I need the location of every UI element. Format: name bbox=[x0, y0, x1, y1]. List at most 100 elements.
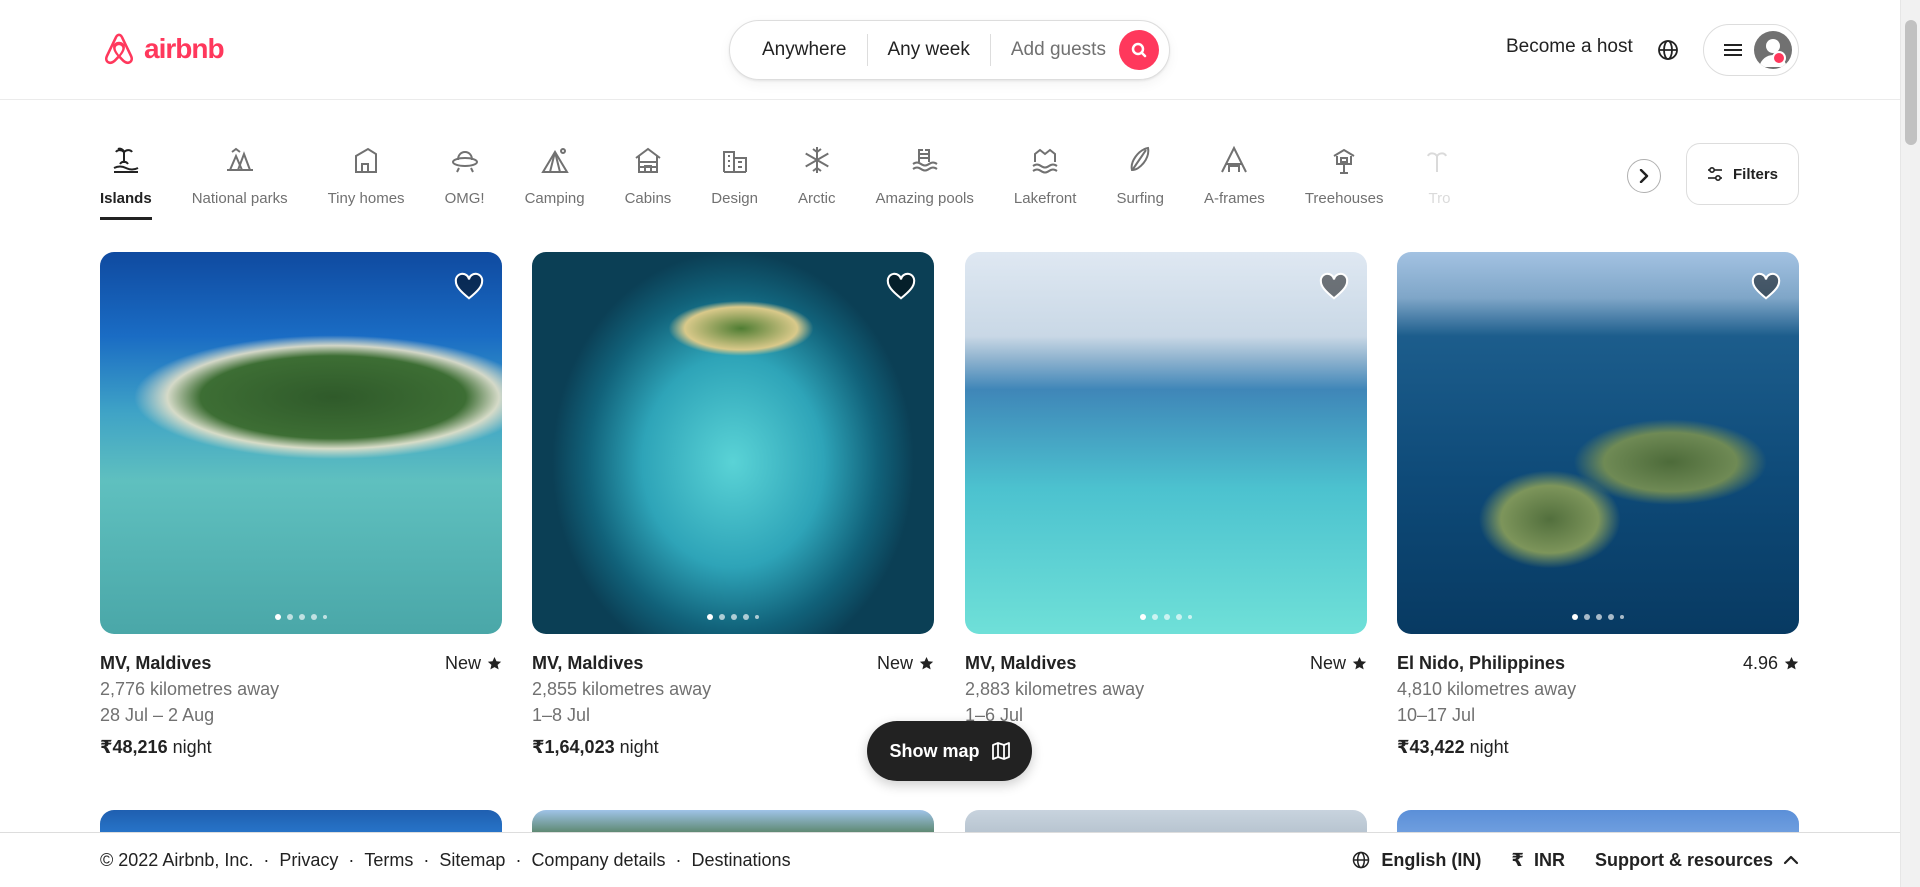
listing-badge-text: New bbox=[876, 653, 913, 673]
show-map-label: Show map bbox=[889, 740, 980, 761]
photo-pagination-dots bbox=[965, 614, 1367, 620]
footer-settings: English (IN) ₹ INR Support & resources bbox=[1351, 850, 1799, 871]
filters-button[interactable]: Filters bbox=[1686, 143, 1799, 205]
airbnb-logo-icon bbox=[104, 33, 134, 65]
currency-symbol: ₹ bbox=[1511, 849, 1524, 870]
listing-dates: 1–6 Jul bbox=[965, 705, 1024, 725]
footer-separator: · bbox=[348, 849, 355, 870]
categories-next-button[interactable] bbox=[1627, 159, 1661, 193]
listing-photo[interactable] bbox=[1397, 252, 1799, 634]
scrollbar-thumb[interactable] bbox=[1905, 20, 1917, 145]
footer-link-privacy[interactable]: Privacy bbox=[279, 850, 338, 871]
category-label: Tiny homes bbox=[327, 190, 405, 207]
category-label: Arctic bbox=[798, 190, 836, 207]
search-button[interactable] bbox=[1119, 30, 1159, 70]
category-label: Treehouses bbox=[1304, 190, 1384, 207]
category-design[interactable]: Design bbox=[711, 140, 758, 222]
category-tiny-homes[interactable]: Tiny homes bbox=[328, 140, 405, 222]
listing-location: MV, Maldives bbox=[532, 653, 644, 673]
page-scrollbar[interactable] bbox=[1900, 0, 1920, 887]
airbnb-logo[interactable]: airbnb bbox=[100, 28, 225, 70]
category-treehouses[interactable]: Treehouses bbox=[1304, 140, 1384, 222]
notification-dot bbox=[1772, 51, 1786, 65]
listing-location: MV, Maldives bbox=[100, 653, 212, 673]
category-cabins[interactable]: Cabins bbox=[625, 140, 671, 222]
footer-link-terms[interactable]: Terms bbox=[364, 850, 413, 871]
listing-photo[interactable] bbox=[532, 252, 934, 634]
national-park-icon bbox=[226, 147, 253, 171]
listing-photo[interactable] bbox=[100, 252, 502, 634]
listing-card[interactable]: MV, Maldives New 2,883 kilometres away 1–6 … bbox=[965, 252, 1367, 760]
listing-card[interactable]: MV, Maldives New 2,776 kilometres away 28 J… bbox=[100, 252, 502, 760]
category-amazing-pools[interactable]: Amazing pools bbox=[876, 140, 974, 222]
currency-selector[interactable]: ₹ INR bbox=[1511, 850, 1565, 871]
star-icon bbox=[1784, 656, 1799, 669]
chevron-right-icon bbox=[1639, 169, 1649, 183]
footer-link-sitemap[interactable]: Sitemap bbox=[439, 850, 505, 871]
listing-badge: New bbox=[877, 650, 934, 676]
globe-icon[interactable] bbox=[1656, 38, 1680, 62]
listing-card[interactable]: MV, Maldives New 2,855 kilometres away 1–8 … bbox=[532, 252, 934, 760]
show-map-button[interactable]: Show map bbox=[867, 721, 1032, 781]
listing-distance: 4,810 kilometres away bbox=[1397, 679, 1577, 699]
category-label: Islands bbox=[100, 190, 152, 207]
copyright-text: © 2022 Airbnb, Inc. bbox=[100, 849, 254, 870]
category-a-frames[interactable]: A-frames bbox=[1204, 140, 1265, 222]
listing-card[interactable]: El Nido, Philippines 4.96 4,810 kilometres… bbox=[1397, 252, 1799, 760]
become-host-link[interactable]: Become a host bbox=[1506, 36, 1633, 58]
tropical-icon bbox=[1427, 152, 1448, 172]
footer-link-company-details[interactable]: Company details bbox=[531, 850, 665, 871]
search-location[interactable]: Anywhere bbox=[730, 34, 867, 66]
heart-icon[interactable] bbox=[1751, 272, 1781, 302]
language-label: English (IN) bbox=[1381, 849, 1482, 870]
listing-distance: 2,855 kilometres away bbox=[532, 679, 712, 699]
ufo-icon bbox=[451, 150, 478, 173]
design-building-icon bbox=[722, 151, 747, 173]
listing-dates: 10–17 Jul bbox=[1397, 705, 1476, 725]
star-icon bbox=[487, 656, 502, 669]
logo-text: airbnb bbox=[144, 33, 225, 64]
category-islands[interactable]: Islands bbox=[100, 140, 152, 222]
language-selector[interactable]: English (IN) bbox=[1351, 850, 1481, 871]
category-label: Amazing pools bbox=[875, 190, 974, 207]
listing-photo[interactable] bbox=[965, 252, 1367, 634]
category-surfing[interactable]: Surfing bbox=[1116, 140, 1164, 222]
search-icon bbox=[1131, 42, 1147, 58]
category-camping[interactable]: Camping bbox=[525, 140, 585, 222]
support-resources-button[interactable]: Support & resources bbox=[1595, 850, 1799, 871]
heart-icon[interactable] bbox=[886, 272, 916, 302]
footer-link-destinations[interactable]: Destinations bbox=[692, 850, 791, 871]
category-tro[interactable]: Tro bbox=[1423, 140, 1455, 222]
search-guests[interactable]: Add guests bbox=[991, 34, 1126, 66]
footer-bar: © 2022 Airbnb, Inc. · Privacy · Terms · Sitem… bbox=[0, 832, 1900, 887]
search-bar[interactable]: Anywhere Any week Add guests bbox=[729, 20, 1170, 80]
category-omg[interactable]: OMG! bbox=[445, 140, 485, 222]
avatar bbox=[1754, 31, 1792, 69]
listing-badge: New bbox=[445, 650, 502, 676]
listing-price-amount: ₹43,422 bbox=[1397, 737, 1465, 757]
listing-price-unit: night bbox=[1469, 737, 1509, 757]
listing-rating: 4.96 bbox=[1743, 650, 1799, 676]
user-silhouette-icon bbox=[1759, 39, 1787, 67]
listing-badge-text: 4.96 bbox=[1742, 653, 1778, 673]
heart-icon[interactable] bbox=[1319, 272, 1349, 302]
category-bar: Islands National parks Tiny homes OMG! Campi… bbox=[100, 140, 1660, 225]
listing-dates: 28 Jul – 2 Aug bbox=[100, 705, 215, 725]
listing-dates: 1–8 Jul bbox=[532, 705, 591, 725]
search-dates[interactable]: Any week bbox=[868, 34, 990, 66]
snowflake-icon bbox=[804, 147, 829, 173]
filters-sliders-icon bbox=[1707, 166, 1722, 182]
listing-price-amount: ₹1,64,023 bbox=[532, 737, 615, 757]
currency-label: INR bbox=[1533, 849, 1565, 870]
category-national-parks[interactable]: National parks bbox=[192, 140, 288, 222]
photo-pagination-dots bbox=[100, 614, 502, 620]
user-menu-button[interactable] bbox=[1703, 24, 1799, 76]
star-icon bbox=[919, 656, 934, 669]
category-arctic[interactable]: Arctic bbox=[798, 140, 836, 222]
category-label: National parks bbox=[191, 190, 288, 207]
listing-distance: 2,776 kilometres away bbox=[100, 679, 280, 699]
category-lakefront[interactable]: Lakefront bbox=[1014, 140, 1076, 222]
hamburger-menu-icon bbox=[1724, 44, 1742, 56]
heart-icon[interactable] bbox=[454, 272, 484, 302]
listing-price-unit: night bbox=[619, 737, 659, 757]
